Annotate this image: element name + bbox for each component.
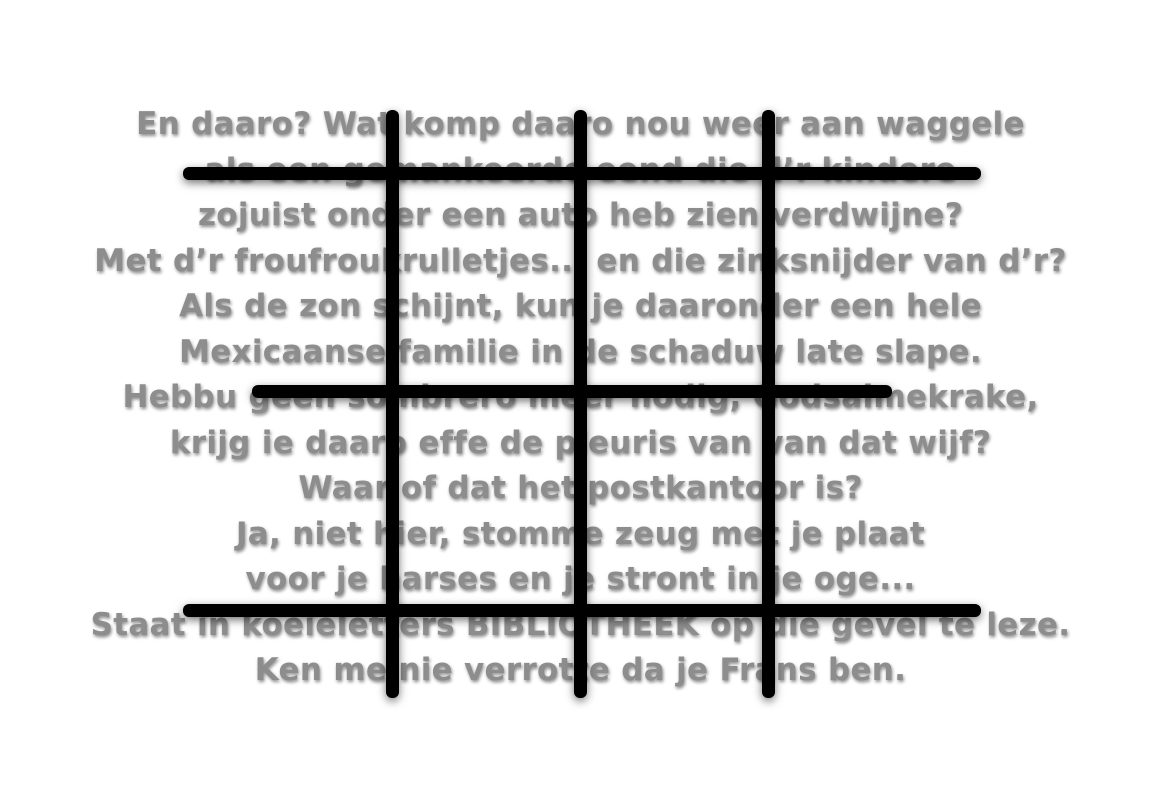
grid-bar-horizontal-top (183, 167, 981, 180)
poem-canvas: En daaro? Wat komp daaro nou weer aan wa… (0, 0, 1161, 795)
grid-bar-horizontal-bottom (183, 604, 981, 617)
grid-bar-horizontal-middle (252, 385, 892, 398)
